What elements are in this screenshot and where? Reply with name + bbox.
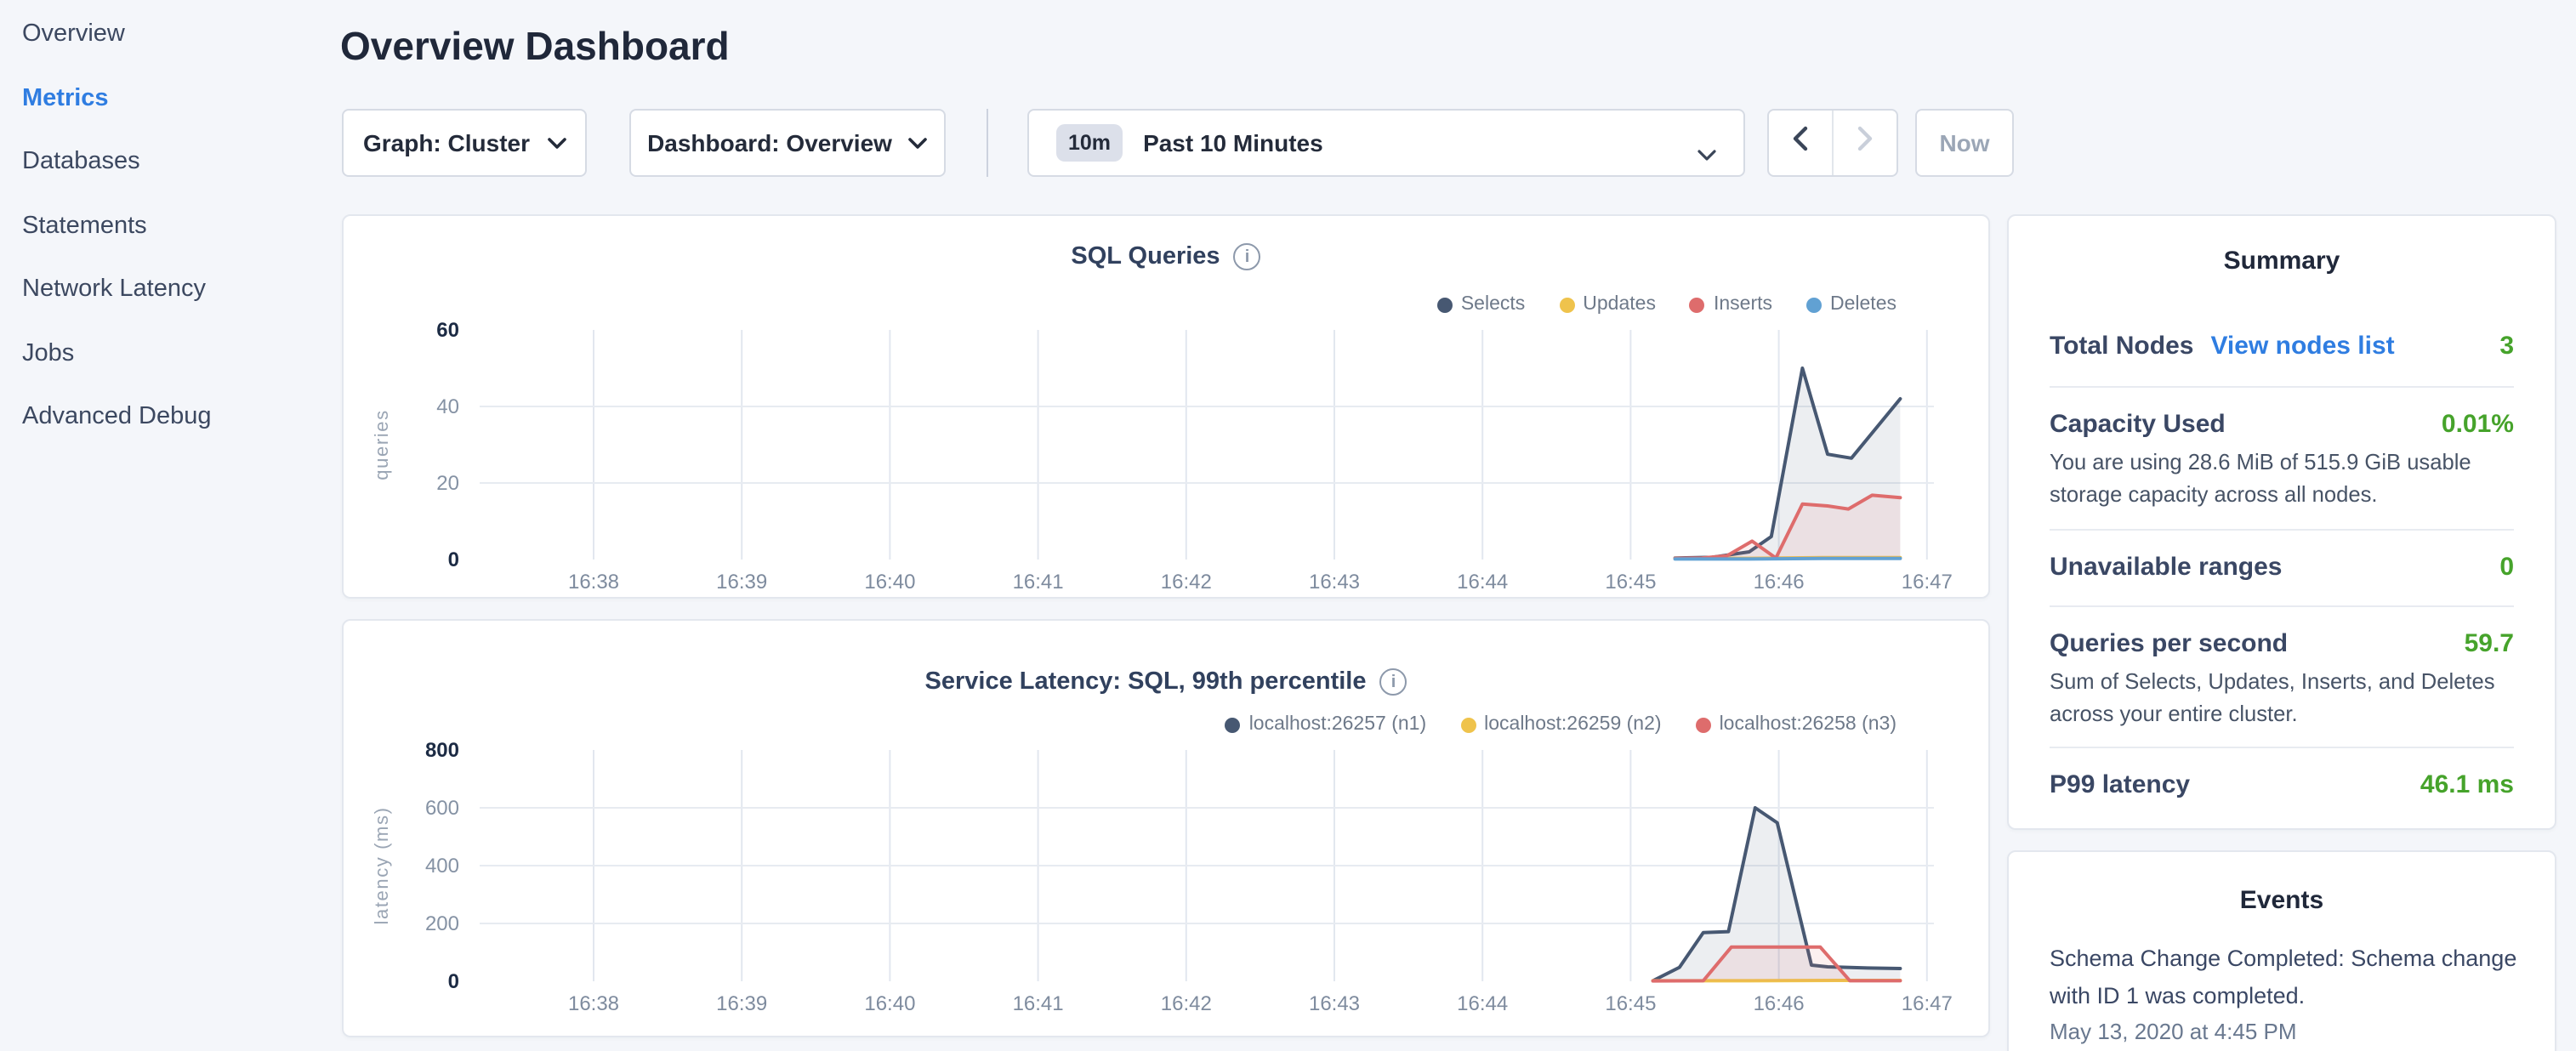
service-latency-chart[interactable]: 16:38 16:39 16:40 16:41 16:42 16:43 16:44 16:45… xyxy=(344,621,1992,1039)
queries-per-second-description: Sum of Selects, Updates, Inserts, and De… xyxy=(2050,667,2517,730)
x-axis-tick-label: 16:41 xyxy=(1013,992,1064,1015)
chevron-down-icon xyxy=(909,137,928,149)
next-time-window-button[interactable] xyxy=(1832,111,1896,175)
time-range-label: Past 10 Minutes xyxy=(1143,129,1323,156)
y-axis-tick-label: 200 xyxy=(425,912,459,935)
y-axis-tick-label: 400 xyxy=(425,855,459,878)
page-title: Overview Dashboard xyxy=(340,24,730,70)
y-axis-tick-label: 800 xyxy=(425,739,459,762)
x-axis-tick-label: 16:46 xyxy=(1754,571,1805,594)
summary-row-capacity-used: Capacity Used 0.01% xyxy=(2050,410,2514,439)
event-item-text[interactable]: Schema Change Completed: Schema change w… xyxy=(2050,940,2517,1014)
y-axis-tick-label: 0 xyxy=(448,970,459,993)
sidebar-item-databases[interactable]: Databases xyxy=(22,148,140,175)
graph-scope-dropdown-label: Graph: Cluster xyxy=(363,129,530,156)
summary-row-queries-per-second: Queries per second 59.7 xyxy=(2050,629,2514,658)
time-range-badge: 10m xyxy=(1056,124,1123,162)
x-axis-tick-label: 16:44 xyxy=(1457,992,1508,1015)
x-axis-tick-label: 16:40 xyxy=(864,571,915,594)
capacity-used-label: Capacity Used xyxy=(2050,410,2226,439)
summary-row-total-nodes: Total Nodes View nodes list 3 xyxy=(2050,332,2514,361)
now-button[interactable]: Now xyxy=(1915,109,2014,177)
summary-divider xyxy=(2050,747,2514,748)
time-window-pager xyxy=(1767,109,1898,177)
summary-row-unavailable-ranges: Unavailable ranges 0 xyxy=(2050,553,2514,582)
x-axis-tick-label: 16:47 xyxy=(1902,992,1953,1015)
dashboard-dropdown[interactable]: Dashboard: Overview xyxy=(629,109,946,177)
event-item-timestamp: May 13, 2020 at 4:45 PM xyxy=(2050,1019,2297,1044)
queries-per-second-value: 59.7 xyxy=(2465,629,2514,658)
total-nodes-label: Total Nodes xyxy=(2050,332,2193,361)
capacity-used-description: You are using 28.6 MiB of 515.9 GiB usab… xyxy=(2050,447,2517,510)
unavailable-ranges-label: Unavailable ranges xyxy=(2050,553,2282,582)
y-axis-tick-label: 40 xyxy=(436,395,459,418)
summary-divider xyxy=(2050,529,2514,531)
x-axis-tick-label: 16:42 xyxy=(1161,992,1212,1015)
dashboard-dropdown-label: Dashboard: Overview xyxy=(647,129,892,156)
series-line xyxy=(1675,559,1901,560)
graph-scope-dropdown[interactable]: Graph: Cluster xyxy=(342,109,587,177)
x-axis-tick-label: 16:43 xyxy=(1309,571,1360,594)
service-latency-chart-card: Service Latency: SQL, 99th percentile i … xyxy=(342,619,1990,1037)
time-range-dropdown[interactable]: 10m Past 10 Minutes xyxy=(1027,109,1745,177)
summary-row-p99-latency: P99 latency 46.1 ms xyxy=(2050,770,2514,799)
sidebar-item-jobs[interactable]: Jobs xyxy=(22,340,74,367)
toolbar-divider xyxy=(987,109,988,177)
x-axis-tick-label: 16:45 xyxy=(1605,571,1656,594)
x-axis-tick-label: 16:39 xyxy=(716,571,767,594)
y-axis-tick-label: 20 xyxy=(436,472,459,495)
summary-panel: Summary Total Nodes View nodes list 3 Ca… xyxy=(2007,214,2556,830)
x-axis-tick-label: 16:42 xyxy=(1161,571,1212,594)
x-axis-tick-label: 16:46 xyxy=(1754,992,1805,1015)
sidebar-item-statements[interactable]: Statements xyxy=(22,213,147,240)
chevron-down-icon xyxy=(1697,139,1716,167)
events-panel: Events Schema Change Completed: Schema c… xyxy=(2007,850,2556,1051)
chevron-down-icon xyxy=(547,137,566,149)
y-axis-tick-label: 60 xyxy=(436,319,459,342)
sidebar-item-metrics[interactable]: Metrics xyxy=(22,85,109,112)
chevron-right-icon xyxy=(1857,126,1873,160)
x-axis-tick-label: 16:39 xyxy=(716,992,767,1015)
now-button-label: Now xyxy=(1939,129,1989,156)
previous-time-window-button[interactable] xyxy=(1769,111,1832,175)
p99-latency-value: 46.1 ms xyxy=(2420,770,2514,799)
x-axis-tick-label: 16:45 xyxy=(1605,992,1656,1015)
chevron-left-icon xyxy=(1793,126,1808,160)
summary-panel-title: Summary xyxy=(2009,247,2555,276)
events-panel-title: Events xyxy=(2009,886,2555,915)
sql-queries-chart[interactable]: 16:38 16:39 16:40 16:41 16:42 16:43 16:44 16:45… xyxy=(344,216,1992,600)
sql-queries-chart-card: SQL Queries i SelectsUpdatesInsertsDelet… xyxy=(342,214,1990,599)
sidebar-item-advanced-debug[interactable]: Advanced Debug xyxy=(22,403,212,430)
y-axis-tick-label: 600 xyxy=(425,797,459,820)
p99-latency-label: P99 latency xyxy=(2050,770,2190,799)
y-axis-title: queries xyxy=(371,409,392,480)
total-nodes-value: 3 xyxy=(2499,332,2514,361)
summary-divider xyxy=(2050,605,2514,607)
x-axis-tick-label: 16:40 xyxy=(864,992,915,1015)
x-axis-tick-label: 16:43 xyxy=(1309,992,1360,1015)
x-axis-tick-label: 16:38 xyxy=(568,571,619,594)
sidebar-item-overview[interactable]: Overview xyxy=(22,20,125,48)
x-axis-tick-label: 16:41 xyxy=(1013,571,1064,594)
unavailable-ranges-value: 0 xyxy=(2499,553,2514,582)
sidebar-item-network-latency[interactable]: Network Latency xyxy=(22,276,206,303)
summary-divider xyxy=(2050,386,2514,388)
app-root: Overview Metrics Databases Statements Ne… xyxy=(0,0,2576,1051)
y-axis-title: latency (ms) xyxy=(371,807,392,925)
x-axis-tick-label: 16:47 xyxy=(1902,571,1953,594)
x-axis-tick-label: 16:38 xyxy=(568,992,619,1015)
view-nodes-list-link[interactable]: View nodes list xyxy=(2210,332,2394,361)
queries-per-second-label: Queries per second xyxy=(2050,629,2288,658)
x-axis-tick-label: 16:44 xyxy=(1457,571,1508,594)
y-axis-tick-label: 0 xyxy=(448,548,459,571)
capacity-used-value: 0.01% xyxy=(2442,410,2514,439)
